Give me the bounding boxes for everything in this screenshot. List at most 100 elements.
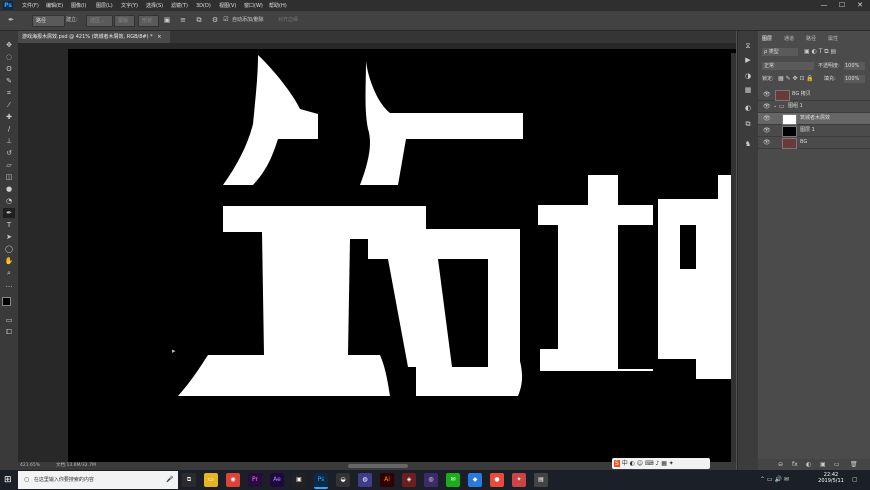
opacity-input[interactable]: 100% xyxy=(844,62,865,70)
path-alignment-icon[interactable]: ≡ xyxy=(178,15,188,25)
windows-start-icon[interactable]: ⊞ xyxy=(4,475,14,485)
new-group-icon[interactable]: ▭ xyxy=(834,459,840,470)
menu-view[interactable]: 视图(V) xyxy=(219,2,236,10)
app-icon[interactable]: ◎ xyxy=(424,473,438,487)
blend-mode-select[interactable]: 正常 xyxy=(762,62,814,70)
type-tool-icon[interactable]: T xyxy=(3,220,15,230)
path-select-tool-icon[interactable]: ➤ xyxy=(3,232,15,242)
wechat-icon[interactable]: ✉ xyxy=(446,473,460,487)
history-panel-icon[interactable]: ⧖ xyxy=(743,41,753,51)
path-arrangement-icon[interactable]: ⧉ xyxy=(194,15,204,25)
healing-tool-icon[interactable]: ✚ xyxy=(3,112,15,122)
move-tool-icon[interactable]: ✥ xyxy=(3,40,15,50)
after-effects-icon[interactable]: Ae xyxy=(270,473,284,487)
dodge-tool-icon[interactable]: ◔ xyxy=(3,196,15,206)
layer-filter-select[interactable]: ρ 类型 xyxy=(762,48,798,56)
swatches-panel-icon[interactable]: ▦ xyxy=(743,85,753,95)
foreground-color-swatch[interactable] xyxy=(2,297,11,306)
zoom-tool-icon[interactable]: ⌕ xyxy=(3,268,15,278)
app-icon[interactable]: ✦ xyxy=(512,473,526,487)
app-icon[interactable]: ◍ xyxy=(358,473,372,487)
character-panel-icon[interactable]: ♞ xyxy=(743,139,753,149)
hand-tool-icon[interactable]: ✋ xyxy=(3,256,15,266)
gear-icon[interactable]: ⚙ xyxy=(210,15,220,25)
menu-help[interactable]: 帮助(H) xyxy=(269,2,287,10)
tab-layers[interactable]: 图层 xyxy=(762,35,772,43)
ime-toolbar[interactable]: S 中 ◐ ☺ ⌨ ♪ ▦ ✦ xyxy=(612,458,710,469)
color-panel-icon[interactable]: ◑ xyxy=(743,71,753,81)
brush-tool-icon[interactable]: / xyxy=(3,124,15,134)
menu-3d[interactable]: 3D(D) xyxy=(196,2,211,10)
app-icon[interactable]: ● xyxy=(490,473,504,487)
app-icon[interactable]: ◈ xyxy=(402,473,416,487)
chevron-down-icon[interactable]: ⌄ xyxy=(773,101,777,112)
document-tab[interactable]: 游戏海报木屑效.psd @ 421% (筑城者木屑效, RGB/8#) * × xyxy=(18,31,170,43)
microphone-icon[interactable]: 🎤 xyxy=(166,471,173,489)
menu-edit[interactable]: 编辑(E) xyxy=(46,2,63,10)
layer-group-row[interactable]: 👁 ⌄ ▭ 图组 1 xyxy=(758,101,870,113)
trash-icon[interactable]: 🗑 xyxy=(850,459,858,470)
minimize-button[interactable]: — xyxy=(815,0,833,11)
layer-row[interactable]: 👁 BG 拷贝 xyxy=(758,89,870,101)
document-canvas[interactable]: 筑城 ▸ xyxy=(68,49,736,462)
menu-file[interactable]: 文件(F) xyxy=(22,2,39,10)
clone-stamp-tool-icon[interactable]: ⊥ xyxy=(3,136,15,146)
layer-row-selected[interactable]: 👁 筑城者木屑效 xyxy=(758,113,870,125)
screen-mode-icon[interactable]: ⧠ xyxy=(3,327,15,337)
gradient-tool-icon[interactable]: ◫ xyxy=(3,172,15,182)
task-view-icon[interactable]: ⧉ xyxy=(182,473,196,487)
marquee-tool-icon[interactable]: ◌ xyxy=(3,52,15,62)
pen-tool-icon[interactable]: ✒ xyxy=(3,208,15,218)
eye-icon[interactable]: 👁 xyxy=(763,101,771,112)
clock[interactable]: 22:42 2019/5/11 xyxy=(815,472,847,484)
menu-filter[interactable]: 滤镜(T) xyxy=(171,2,188,10)
styles-panel-icon[interactable]: ⧉ xyxy=(743,119,753,129)
link-layers-icon[interactable]: ⊖ xyxy=(778,459,783,470)
menu-select[interactable]: 选择(S) xyxy=(146,2,163,10)
tab-channels[interactable]: 通道 xyxy=(784,35,794,43)
chrome-icon[interactable]: ◉ xyxy=(226,473,240,487)
auto-add-delete-checkbox[interactable]: ☑ xyxy=(221,15,231,25)
eyedropper-tool-icon[interactable]: ⁄ xyxy=(3,100,15,110)
layer-row[interactable]: 👁 BG xyxy=(758,137,870,149)
actions-panel-icon[interactable]: ▶ xyxy=(743,55,753,65)
fx-icon[interactable]: fx xyxy=(792,459,798,470)
history-brush-tool-icon[interactable]: ↺ xyxy=(3,148,15,158)
photoshop-taskbar-icon[interactable]: Ps xyxy=(314,473,328,489)
eye-icon[interactable]: 👁 xyxy=(763,125,771,136)
notifications-icon[interactable]: ▢ xyxy=(852,476,858,483)
more-tools-icon[interactable]: … xyxy=(3,280,15,290)
make-mask-button[interactable]: 蒙版 xyxy=(114,15,135,27)
system-tray-icons[interactable]: ⌃ ▭ 🔊 ✉ xyxy=(760,476,789,483)
pen-tool-preset-icon[interactable]: ✒ xyxy=(6,15,16,25)
lasso-tool-icon[interactable]: ʘ xyxy=(3,64,15,74)
taskbar-search-box[interactable]: ○ 在这里输入你要搜索的内容 🎤 xyxy=(18,471,178,489)
crop-tool-icon[interactable]: ⌗ xyxy=(3,88,15,98)
menu-image[interactable]: 图像(I) xyxy=(71,2,86,10)
eye-icon[interactable]: 👁 xyxy=(763,89,771,100)
adjustment-layer-icon[interactable]: ◐ xyxy=(806,459,811,470)
maximize-button[interactable]: ☐ xyxy=(833,0,851,11)
app-icon[interactable]: ◒ xyxy=(336,473,350,487)
vertical-scrollbar[interactable] xyxy=(731,53,736,462)
app-icon[interactable]: ▣ xyxy=(292,473,306,487)
layer-row[interactable]: 👁 图层 1 xyxy=(758,125,870,137)
app-icon[interactable]: ▤ xyxy=(534,473,548,487)
add-mask-icon[interactable]: ▣ xyxy=(820,459,826,470)
path-operations-icon[interactable]: ▣ xyxy=(162,15,172,25)
illustrator-icon[interactable]: Ai xyxy=(380,473,394,487)
menu-type[interactable]: 文字(Y) xyxy=(121,2,138,10)
eye-icon[interactable]: 👁 xyxy=(763,137,771,148)
pen-mode-select[interactable]: 路径 xyxy=(32,15,65,27)
tab-properties[interactable]: 属性 xyxy=(828,35,838,43)
adjustments-panel-icon[interactable]: ◐ xyxy=(743,103,753,113)
make-shape-button[interactable]: 形状 xyxy=(138,15,159,27)
shape-tool-icon[interactable]: ◯ xyxy=(3,244,15,254)
zoom-level[interactable]: 421.65% xyxy=(20,462,40,470)
quick-select-tool-icon[interactable]: ✎ xyxy=(3,76,15,86)
blur-tool-icon[interactable]: ● xyxy=(3,184,15,194)
quick-mask-icon[interactable]: ▭ xyxy=(3,315,15,325)
menu-layer[interactable]: 图层(L) xyxy=(96,2,113,10)
eraser-tool-icon[interactable]: ▱ xyxy=(3,160,15,170)
horizontal-scrollbar[interactable] xyxy=(348,464,408,468)
